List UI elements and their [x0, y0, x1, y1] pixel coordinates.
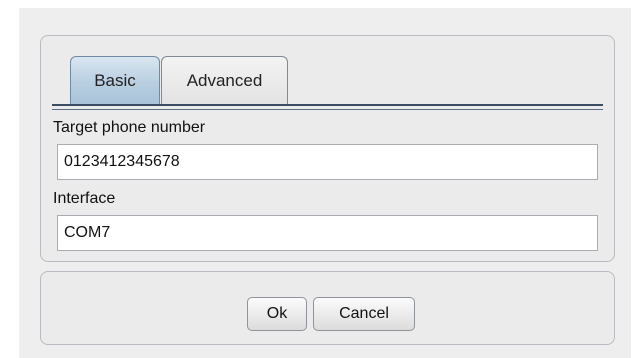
interface-label: Interface: [53, 190, 116, 207]
dialog-window: Basic Advanced Target phone number Inter…: [19, 8, 631, 358]
cancel-button[interactable]: Cancel: [313, 297, 415, 331]
tab-basic-label: Basic: [94, 70, 136, 90]
settings-panel: Basic Advanced Target phone number Inter…: [40, 35, 615, 262]
tab-basic[interactable]: Basic: [70, 56, 160, 104]
tab-divider: [52, 104, 603, 106]
interface-input[interactable]: [57, 215, 598, 251]
button-panel: Ok Cancel: [40, 271, 615, 345]
tab-advanced-label: Advanced: [186, 70, 263, 90]
target-phone-input[interactable]: [57, 144, 598, 180]
target-phone-label: Target phone number: [53, 119, 206, 136]
tab-advanced[interactable]: Advanced: [161, 56, 288, 104]
tab-divider-secondary: [52, 109, 603, 110]
ok-button[interactable]: Ok: [247, 297, 307, 331]
